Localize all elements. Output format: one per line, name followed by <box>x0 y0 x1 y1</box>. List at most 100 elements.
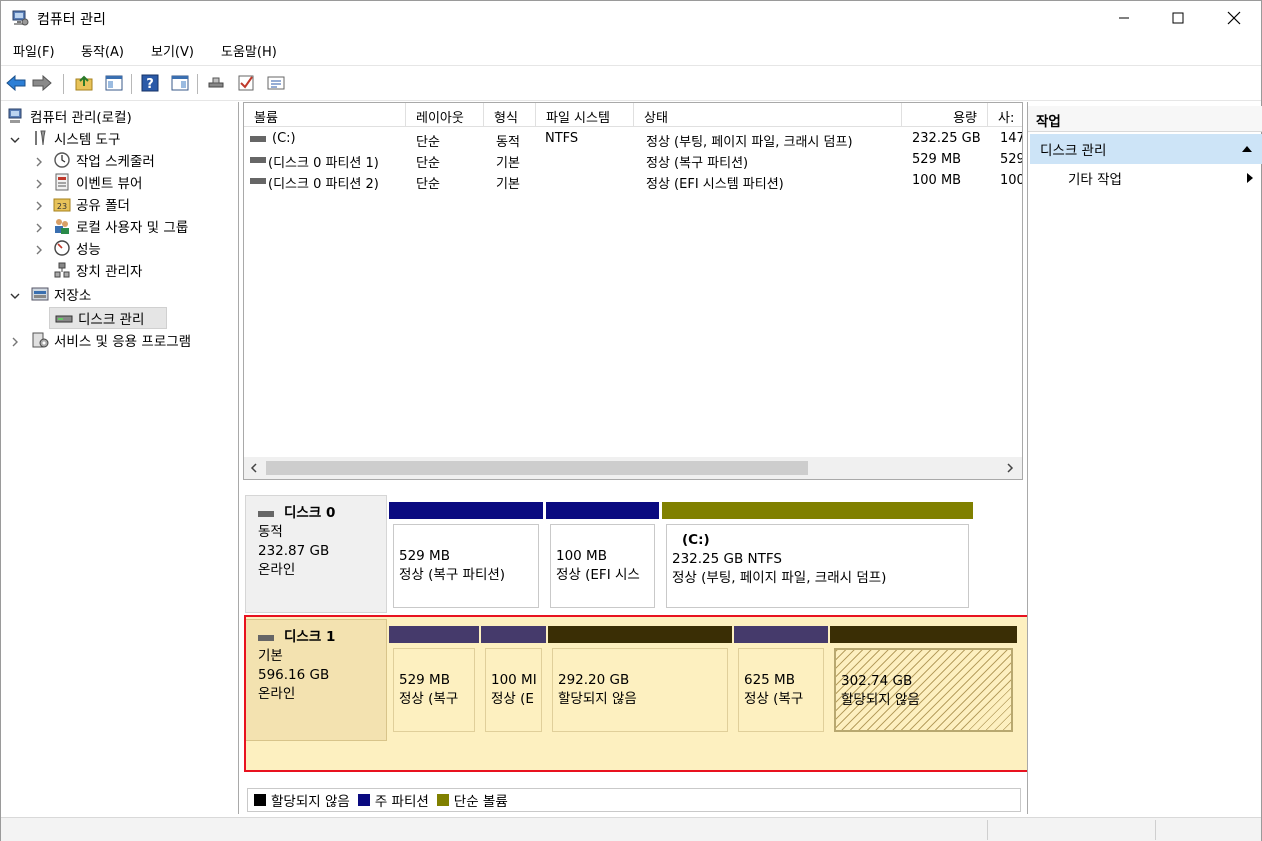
cell-layout: 단순 <box>416 135 440 150</box>
tree-item-performance[interactable]: 성능 <box>53 238 101 258</box>
cell-capacity: 529 MB <box>912 152 962 167</box>
chevron-right-icon[interactable] <box>9 336 21 348</box>
status-separator <box>987 820 988 840</box>
tree-item-services[interactable]: 서비스 및 응용 프로그램 <box>31 330 191 350</box>
close-button[interactable] <box>1211 1 1257 35</box>
cell-layout: 단순 <box>416 156 440 171</box>
tree-item-label: 저장소 <box>54 288 92 304</box>
partition-title: (C:) <box>682 532 710 548</box>
partition-body: 529 MB 정상 (복구 파티션) <box>393 524 539 608</box>
partition-body: 100 MB 정상 (EFI 시스 <box>550 524 655 608</box>
tree-item-task-scheduler[interactable]: 작업 스케줄러 <box>53 150 155 170</box>
tree-item-shared-folders[interactable]: 23 공유 폴더 <box>53 194 130 214</box>
collapse-up-icon[interactable] <box>1242 145 1252 153</box>
tree-item-label: 장치 관리자 <box>76 264 143 280</box>
scrollbar-thumb[interactable] <box>266 461 808 475</box>
disk-name: 디스크 0 <box>258 504 386 523</box>
help-button[interactable]: ? <box>139 72 161 94</box>
cell-status: 정상 (복구 파티션) <box>646 156 749 171</box>
maximize-icon <box>1172 12 1184 24</box>
column-header-type[interactable]: 형식 <box>484 103 536 127</box>
cell-status: 정상 (EFI 시스템 파티션) <box>646 177 784 192</box>
tree-item-event-viewer[interactable]: 이벤트 뷰어 <box>53 172 142 192</box>
forward-button[interactable] <box>31 72 53 94</box>
show-hide-action-pane-button[interactable] <box>169 72 191 94</box>
column-header-layout[interactable]: 레이아웃 <box>406 103 484 127</box>
chevron-right-icon[interactable] <box>33 156 45 168</box>
tools-icon <box>35 130 46 146</box>
status-bar <box>1 817 1261 841</box>
menu-view[interactable]: 보기(V) <box>151 41 194 60</box>
users-icon <box>55 219 69 234</box>
cell-free-space: 100 <box>1000 173 1022 188</box>
legend-swatch-simple-volume <box>436 794 449 806</box>
actions-section-disk-management[interactable]: 디스크 관리 <box>1030 134 1262 164</box>
chevron-left-icon[interactable] <box>250 463 258 473</box>
disk-0-info[interactable]: 디스크 0 동적 232.87 GB 온라인 <box>245 495 387 613</box>
partition-bar <box>546 502 659 519</box>
column-header-status[interactable]: 상태 <box>634 103 902 127</box>
tree-item-root[interactable]: 컴퓨터 관리(로컬) <box>7 106 132 126</box>
volume-icon <box>250 178 266 184</box>
cell-capacity: 232.25 GB <box>912 131 981 146</box>
menu-action[interactable]: 동작(A) <box>81 41 124 60</box>
legend-item-primary: 주 파티션 <box>357 790 429 810</box>
tree-item-device-manager[interactable]: 장치 관리자 <box>53 260 142 280</box>
maximize-button[interactable] <box>1155 1 1201 35</box>
svg-text:23: 23 <box>57 202 67 211</box>
submenu-arrow-icon[interactable] <box>1246 172 1254 184</box>
partition-disk0-efi[interactable]: 100 MB 정상 (EFI 시스 <box>546 502 659 612</box>
partition-disk0-recovery[interactable]: 529 MB 정상 (복구 파티션) <box>389 502 543 612</box>
column-header-free-space[interactable]: 사: <box>988 103 1022 127</box>
partition-status: 정상 (부팅, 페이지 파일, 크래시 덤프) <box>672 570 887 586</box>
chevron-down-icon[interactable] <box>9 134 21 146</box>
chevron-right-icon[interactable] <box>33 222 45 234</box>
checklist-icon <box>238 75 254 91</box>
menu-help[interactable]: 도움말(H) <box>221 41 277 60</box>
show-hide-tree-button[interactable] <box>103 72 125 94</box>
chevron-right-icon[interactable] <box>1006 463 1014 473</box>
more-actions-item[interactable]: 기타 작업 <box>1068 168 1122 188</box>
services-icon <box>32 332 49 348</box>
actions-pane: 작업 디스크 관리 기타 작업 <box>1027 102 1262 814</box>
table-row[interactable]: (C:) 단순 동적 NTFS 정상 (부팅, 페이지 파일, 크래시 덤프) … <box>244 129 1022 150</box>
disk-icon <box>258 510 274 517</box>
disk-status: 온라인 <box>258 562 296 578</box>
legend: 할당되지 않음 주 파티션 단순 볼륨 <box>247 788 1021 812</box>
chevron-right-icon[interactable] <box>33 178 45 190</box>
back-button[interactable] <box>5 72 27 94</box>
tree-item-label: 로컬 사용자 및 그룹 <box>76 220 189 236</box>
tree-item-local-users[interactable]: 로컬 사용자 및 그룹 <box>53 216 188 236</box>
check-disk-button[interactable] <box>235 72 257 94</box>
tree-item-disk-management[interactable]: 디스크 관리 <box>55 308 144 328</box>
horizontal-scrollbar[interactable] <box>244 457 1022 479</box>
partition-bar <box>389 502 543 519</box>
chevron-right-icon[interactable] <box>33 244 45 256</box>
partition-body: (C:) 232.25 GB NTFS 정상 (부팅, 페이지 파일, 크래시 … <box>666 524 969 608</box>
column-header-capacity[interactable]: 용량 <box>902 103 988 127</box>
menu-file[interactable]: 파일(F) <box>13 41 55 60</box>
minimize-button[interactable] <box>1101 1 1147 35</box>
column-header-file-system[interactable]: 파일 시스템 <box>536 103 634 127</box>
tree-item-storage[interactable]: 저장소 <box>31 284 91 304</box>
chevron-down-icon[interactable] <box>9 290 21 302</box>
svg-text:?: ? <box>146 77 154 92</box>
toolbar: ? <box>1 65 1261 101</box>
cell-type: 기본 <box>496 156 520 171</box>
tree-item-system-tools[interactable]: 시스템 도구 <box>31 128 120 148</box>
up-folder-button[interactable] <box>73 72 95 94</box>
column-header-volume[interactable]: 볼륨 <box>244 103 406 127</box>
connect-drive-button[interactable] <box>205 72 227 94</box>
computer-management-icon <box>8 108 22 123</box>
cell-volume: (C:) <box>272 131 296 146</box>
clock-icon <box>54 152 70 168</box>
legend-item-unallocated: 할당되지 않음 <box>254 790 350 810</box>
tree-item-label: 공유 폴더 <box>76 198 130 214</box>
cell-free-space: 147 <box>1000 131 1022 146</box>
tree-item-label: 컴퓨터 관리(로컬) <box>30 110 132 126</box>
table-row[interactable]: (디스크 0 파티션 2) 단순 기본 정상 (EFI 시스템 파티션) 100… <box>244 171 1022 192</box>
chevron-right-icon[interactable] <box>33 200 45 212</box>
partition-disk0-c-drive[interactable]: (C:) 232.25 GB NTFS 정상 (부팅, 페이지 파일, 크래시 … <box>662 502 973 612</box>
table-row[interactable]: (디스크 0 파티션 1) 단순 기본 정상 (복구 파티션) 529 MB 5… <box>244 150 1022 171</box>
properties-button[interactable] <box>265 72 287 94</box>
